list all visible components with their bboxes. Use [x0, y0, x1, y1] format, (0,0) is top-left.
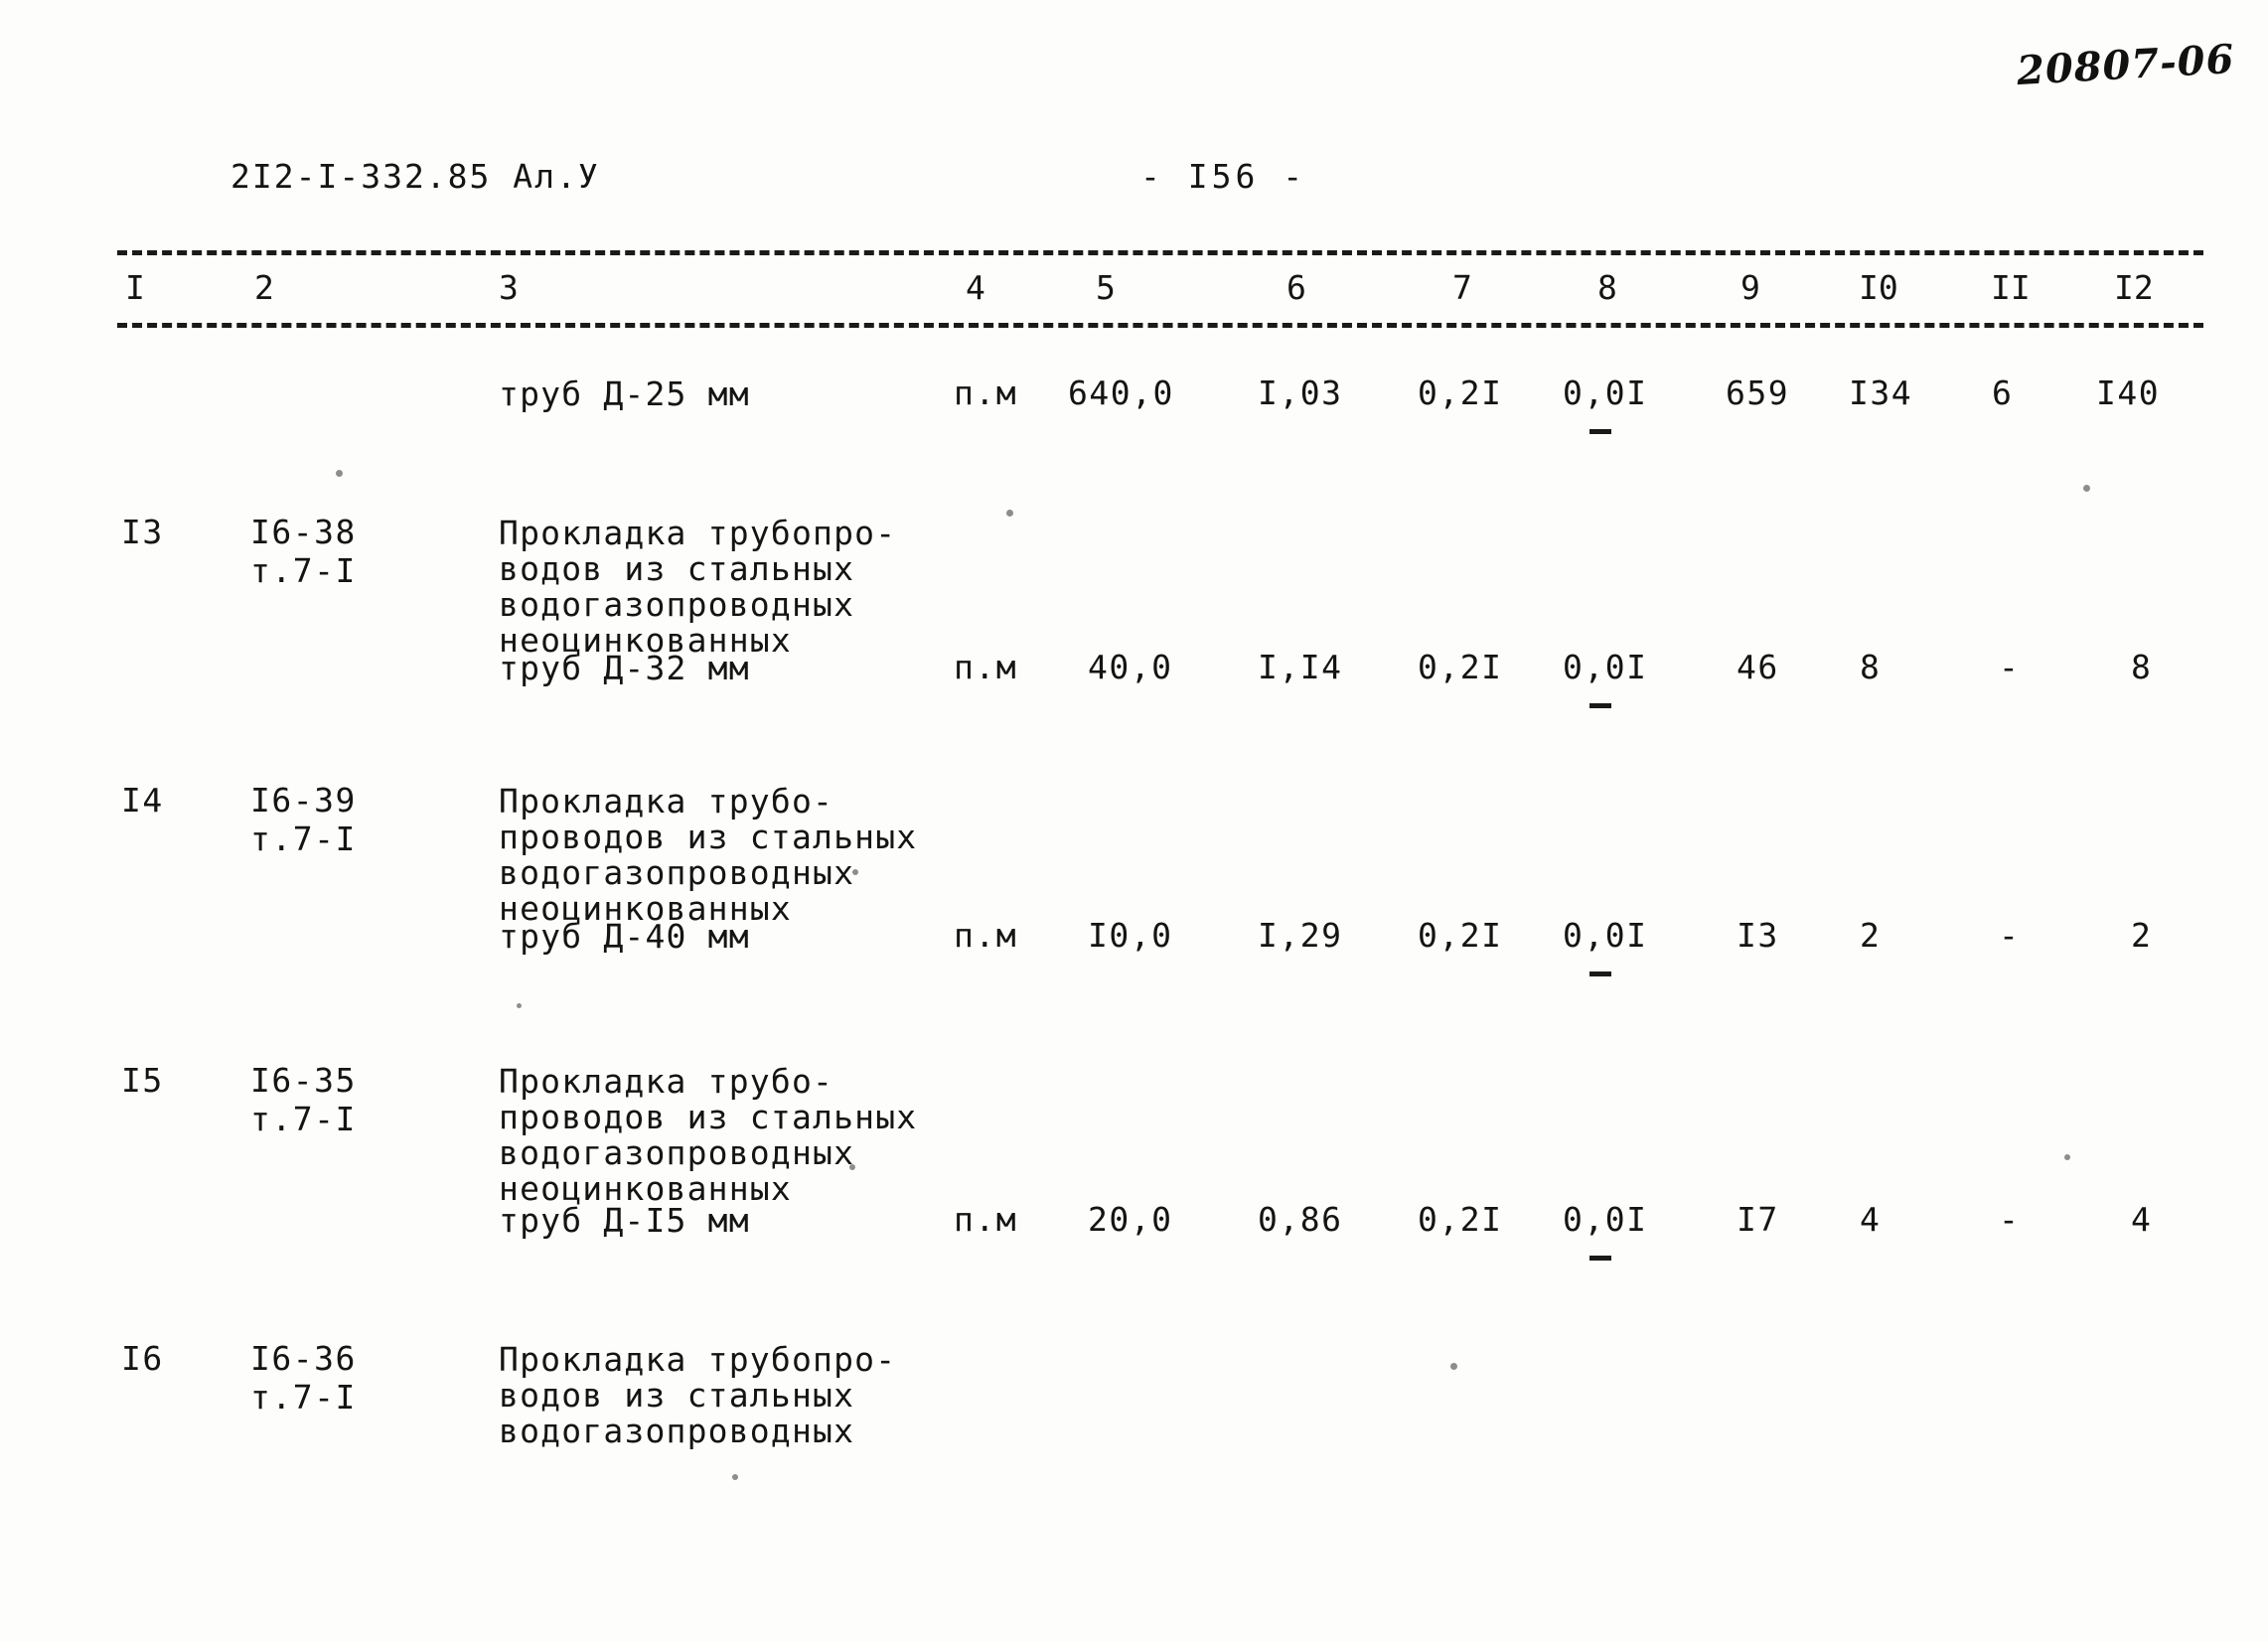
row-value-7: 0,2I: [1418, 916, 1503, 955]
row-description-line: водов из стальных: [499, 549, 855, 588]
row-number: I5: [121, 1061, 164, 1100]
row-description-line: Прокладка трубопро-: [499, 514, 897, 552]
column-header-11: II: [1991, 268, 2031, 307]
row-value-6: I,29: [1258, 916, 1343, 955]
row-value-10: 2: [1860, 916, 1882, 955]
value-8-underline-mark: [1589, 1256, 1611, 1261]
table-rule-bottom: [117, 323, 2203, 328]
row-value-7: 0,2I: [1418, 648, 1503, 686]
page-marker: - I56 -: [1140, 157, 1307, 196]
document-header-code: 2I2-I-332.85 Ал.У: [230, 157, 600, 196]
row-unit: п.м: [954, 916, 1018, 955]
column-header-7: 7: [1452, 268, 1472, 307]
row-description-line: проводов из стальных: [499, 1098, 918, 1136]
row-value-11: 6: [1992, 373, 2014, 412]
row-code: I6-39: [250, 781, 357, 820]
archive-stamp: 20807-06: [2015, 35, 2236, 95]
row-description: труб Д-25 мм: [499, 374, 750, 413]
row-code: I6-35: [250, 1061, 357, 1100]
row-value-10: 8: [1860, 648, 1882, 686]
row-code: I6-38: [250, 513, 357, 551]
row-unit: п.м: [954, 373, 1018, 412]
row-value-10: I34: [1849, 373, 1913, 412]
scan-speck: [336, 470, 343, 477]
row-code-secondary: т.7-I: [250, 551, 357, 590]
row-description-line: проводов из стальных: [499, 818, 918, 856]
value-8-underline-mark: [1589, 703, 1611, 708]
row-description-line: водогазопроводных: [499, 1412, 855, 1450]
column-header-10: I0: [1859, 268, 1898, 307]
row-code-secondary: т.7-I: [250, 1378, 357, 1417]
row-value-6: I,03: [1258, 373, 1343, 412]
row-value-5: 40,0: [1088, 648, 1173, 686]
scan-speck: [849, 1164, 855, 1170]
scan-speck: [2083, 485, 2090, 492]
row-value-5: 20,0: [1088, 1200, 1173, 1239]
row-value-9: I3: [1737, 916, 1779, 955]
row-description-line: Прокладка трубопро-: [499, 1340, 897, 1379]
row-description-line: водов из стальных: [499, 1376, 855, 1415]
row-code: I6-36: [250, 1339, 357, 1378]
row-value-12: 2: [2131, 916, 2153, 955]
row-value-5: I0,0: [1088, 916, 1173, 955]
row-value-10: 4: [1860, 1200, 1882, 1239]
row-value-7: 0,2I: [1418, 373, 1503, 412]
scan-speck: [732, 1474, 738, 1480]
row-value-8: 0,0I: [1563, 1200, 1648, 1239]
row-number: I4: [121, 781, 164, 820]
scan-speck: [1450, 1363, 1457, 1370]
column-header-6: 6: [1286, 268, 1306, 307]
row-value-12: 4: [2131, 1200, 2153, 1239]
scan-speck: [1006, 510, 1013, 517]
row-value-11: -: [1999, 1200, 2021, 1239]
row-value-11: -: [1999, 648, 2021, 686]
table-rule-top: [117, 250, 2203, 255]
scan-speck: [517, 1003, 522, 1008]
document-page: 20807-06 2I2-I-332.85 Ал.У - I56 - I 2 3…: [0, 0, 2268, 1642]
row-description-line: Прокладка трубо-: [499, 1062, 834, 1101]
column-header-8: 8: [1597, 268, 1617, 307]
row-unit: п.м: [954, 1200, 1018, 1239]
column-header-12: I2: [2114, 268, 2154, 307]
column-header-1: I: [125, 268, 145, 307]
row-value-8: 0,0I: [1563, 648, 1648, 686]
row-value-9: 46: [1737, 648, 1779, 686]
column-header-3: 3: [499, 268, 519, 307]
row-description-line: Прокладка трубо-: [499, 782, 834, 821]
row-value-6: 0,86: [1258, 1200, 1343, 1239]
value-8-underline-mark: [1589, 971, 1611, 976]
column-header-5: 5: [1096, 268, 1116, 307]
row-description-line: водогазопроводных: [499, 1133, 855, 1172]
row-number: I3: [121, 513, 164, 551]
row-description-line: водогазопроводных: [499, 853, 855, 892]
scan-speck: [2064, 1154, 2070, 1160]
row-description-line: труб Д-I5 мм: [499, 1201, 750, 1240]
row-description-line: труб Д-32 мм: [499, 649, 750, 687]
row-value-12: 8: [2131, 648, 2153, 686]
row-value-6: I,I4: [1258, 648, 1343, 686]
row-value-11: -: [1999, 916, 2021, 955]
value-8-underline-mark: [1589, 429, 1611, 434]
row-unit: п.м: [954, 648, 1018, 686]
row-number: I6: [121, 1339, 164, 1378]
row-value-12: I40: [2096, 373, 2161, 412]
row-code-secondary: т.7-I: [250, 820, 357, 858]
row-value-9: I7: [1737, 1200, 1779, 1239]
row-value-8: 0,0I: [1563, 916, 1648, 955]
scan-speck: [852, 869, 858, 875]
row-value-5: 640,0: [1068, 373, 1174, 412]
row-code-secondary: т.7-I: [250, 1100, 357, 1138]
row-value-8: 0,0I: [1563, 373, 1648, 412]
column-header-4: 4: [966, 268, 985, 307]
column-header-2: 2: [254, 268, 274, 307]
column-header-9: 9: [1740, 268, 1760, 307]
row-description-line: водогазопроводных: [499, 585, 855, 624]
row-description-line: труб Д-40 мм: [499, 917, 750, 956]
row-value-9: 659: [1726, 373, 1790, 412]
row-value-7: 0,2I: [1418, 1200, 1503, 1239]
